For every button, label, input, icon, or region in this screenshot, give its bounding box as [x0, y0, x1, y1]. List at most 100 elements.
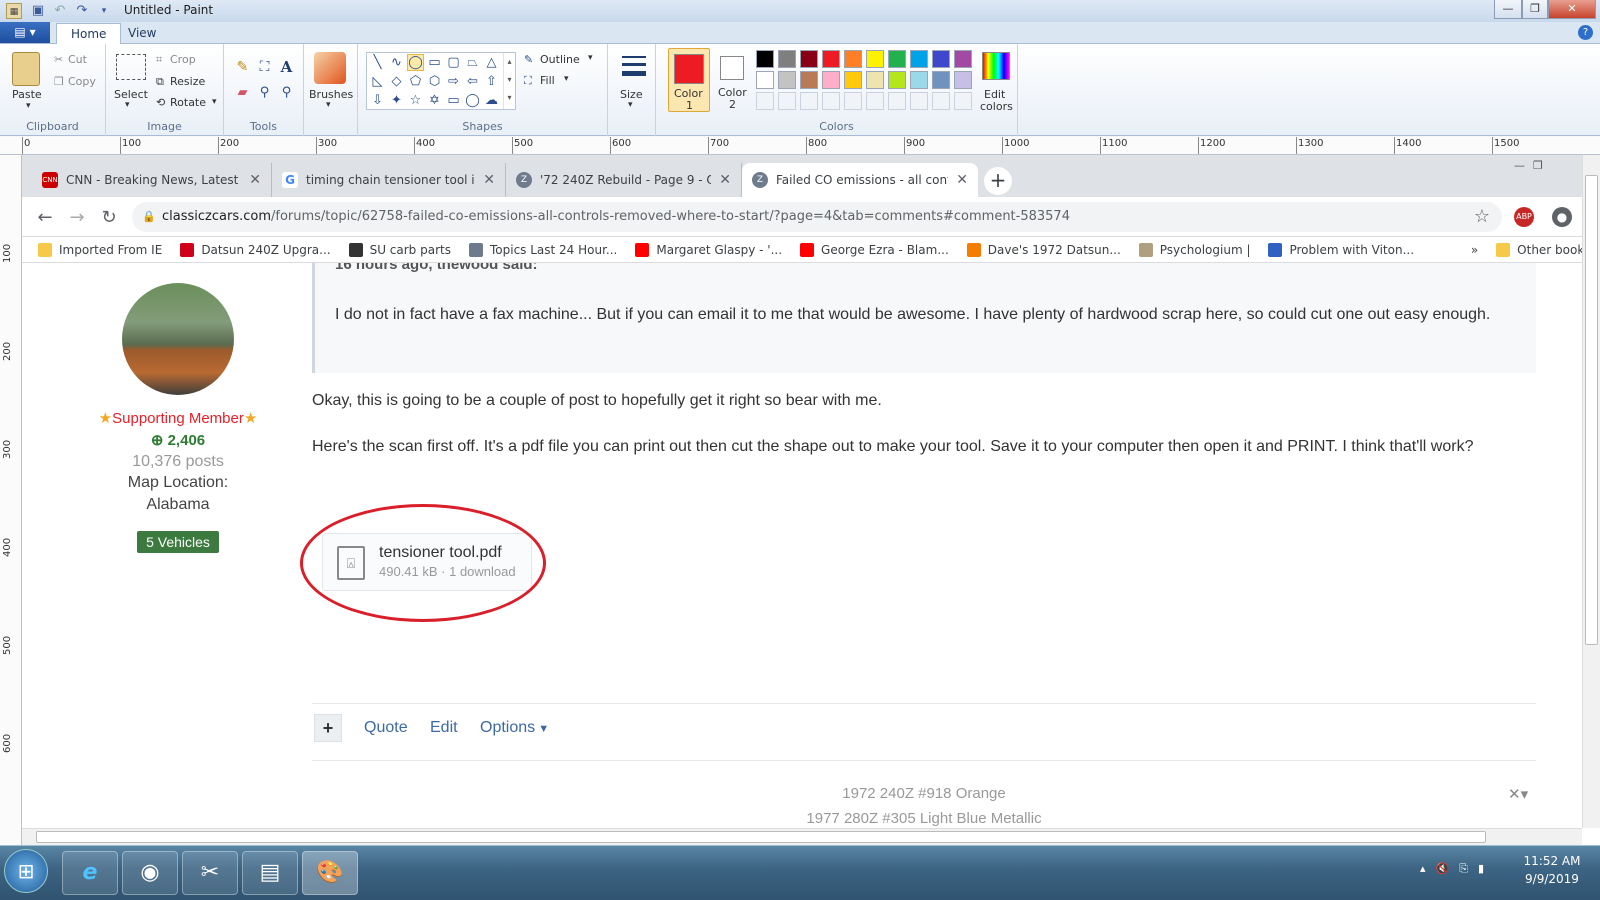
bookmark-item[interactable]: Problem with Viton... — [1268, 242, 1414, 257]
outline-button[interactable]: Outline — [540, 53, 580, 66]
paint-taskbar-icon[interactable]: 🎨 — [302, 851, 358, 895]
hexagon-shape-icon[interactable]: ⬡ — [426, 73, 443, 90]
user-avatar[interactable] — [122, 283, 234, 395]
color-picker-icon[interactable]: ⚲ — [256, 84, 273, 101]
start-button-icon[interactable]: ⊞ — [4, 849, 48, 893]
line-shape-icon[interactable]: ╲ — [369, 54, 386, 71]
snipping-tool-icon[interactable]: ✂ — [182, 851, 238, 895]
brushes-icon[interactable] — [314, 52, 346, 84]
fill-dropdown-icon[interactable]: ▾ — [564, 74, 569, 84]
maximize-button[interactable]: ❐ — [1522, 0, 1548, 19]
file-menu-button[interactable]: ▤ ▾ — [0, 22, 50, 43]
reload-icon[interactable]: ↻ — [96, 205, 122, 231]
tray-icons[interactable]: ▴🔇⎘▮ — [1420, 862, 1494, 876]
clock-time[interactable]: 11:52 AM — [1522, 854, 1582, 868]
crop-button[interactable]: Crop — [170, 53, 196, 66]
left-arrow-shape-icon[interactable]: ⇦ — [464, 73, 481, 90]
forward-arrow-icon[interactable]: → — [64, 205, 90, 231]
close-button[interactable]: ✕ — [1548, 0, 1596, 19]
bookmark-item[interactable]: Datsun 240Z Upgra... — [180, 242, 331, 257]
text-tool-icon[interactable]: A — [278, 58, 295, 75]
multiquote-plus-button[interactable]: + — [314, 714, 342, 742]
new-tab-button[interactable]: + — [984, 167, 1012, 195]
paste-icon[interactable] — [12, 52, 40, 86]
address-bar[interactable]: 🔒 classiczcars.com/forums/topic/62758-fa… — [132, 202, 1502, 232]
bookmark-item[interactable]: Imported From IE — [38, 242, 162, 257]
down-arrow-shape-icon[interactable]: ⇩ — [369, 92, 386, 109]
paint-horizontal-scrollbar[interactable] — [22, 828, 1582, 845]
bookmark-item[interactable]: Margaret Glaspy - '... — [635, 242, 782, 257]
quick-access-dropdown-icon[interactable]: ▾ — [96, 3, 112, 19]
brushes-dropdown-icon[interactable]: ▾ — [326, 100, 331, 110]
magnifier-icon[interactable]: ⚲ — [278, 84, 295, 101]
bookmark-item[interactable]: Dave's 1972 Datsun... — [966, 242, 1121, 257]
callout-oval-shape-icon[interactable]: ◯ — [464, 92, 481, 109]
chrome-tab-cnn[interactable]: CNN CNN - Breaking News, Latest Ne ✕ — [32, 163, 272, 197]
triangle-shape-icon[interactable]: △ — [483, 54, 500, 71]
profile-avatar-icon[interactable]: ● — [1552, 207, 1572, 227]
chrome-tab-google[interactable]: G timing chain tensioner tool insta ✕ — [272, 163, 506, 197]
vehicles-badge[interactable]: 5 Vehicles — [137, 531, 219, 553]
shapes-scroll-icon[interactable]: ▴ ▾ ▾ — [503, 53, 515, 109]
bookmark-item[interactable]: Psychologium | — [1138, 242, 1250, 257]
pentagon-shape-icon[interactable]: ⬠ — [407, 73, 424, 90]
edit-link[interactable]: Edit — [430, 719, 458, 737]
chrome-tab-rebuild[interactable]: Z '72 240Z Rebuild - Page 9 - Oper ✕ — [506, 163, 742, 197]
callout-cloud-shape-icon[interactable]: ☁ — [483, 92, 500, 109]
curve-shape-icon[interactable]: ∿ — [388, 54, 405, 71]
chrome-icon[interactable]: ◉ — [122, 851, 178, 895]
redo-icon[interactable]: ↷ — [74, 3, 90, 19]
tab-close-icon[interactable]: ✕ — [956, 172, 968, 188]
vertical-scroll-thumb[interactable] — [1585, 175, 1598, 645]
rectangle-shape-icon[interactable]: ▭ — [426, 54, 443, 71]
tab-close-icon[interactable]: ✕ — [719, 172, 731, 188]
help-icon[interactable]: ? — [1578, 25, 1593, 40]
bookmark-item[interactable]: SU carb parts — [348, 242, 451, 257]
up-arrow-shape-icon[interactable]: ⇧ — [483, 73, 500, 90]
copy-button[interactable]: Copy — [68, 75, 96, 88]
paste-button[interactable]: Paste — [12, 88, 42, 101]
callout-rect-shape-icon[interactable]: ▭ — [445, 92, 462, 109]
adblock-extension-icon[interactable]: ABP — [1514, 207, 1534, 227]
tab-view[interactable]: View — [114, 23, 170, 44]
internet-explorer-icon[interactable]: e — [62, 851, 118, 895]
shapes-gallery[interactable]: ╲ ∿ ◯ ▭ ▢ ⏢ △ ◺ ◇ ⬠ ⬡ ⇨ ⇦ ⇧ ⇩ ✦ ☆ ✡ ▭ ◯ … — [366, 52, 516, 110]
five-point-star-shape-icon[interactable]: ☆ — [407, 92, 424, 109]
fill-button[interactable]: Fill — [540, 74, 555, 87]
tab-close-icon[interactable]: ✕ — [249, 172, 261, 188]
right-triangle-shape-icon[interactable]: ◺ — [369, 73, 386, 90]
size-icon[interactable] — [622, 56, 646, 58]
resize-button[interactable]: Resize — [170, 75, 205, 88]
right-arrow-shape-icon[interactable]: ⇨ — [445, 73, 462, 90]
six-point-star-shape-icon[interactable]: ✡ — [426, 92, 443, 109]
bookmark-item[interactable]: Topics Last 24 Hour... — [468, 242, 617, 257]
select-button[interactable]: Select — [114, 88, 148, 101]
rotate-dropdown-icon[interactable]: ▾ — [212, 97, 217, 107]
minimize-button[interactable]: — — [1494, 0, 1522, 19]
select-icon[interactable] — [116, 54, 146, 80]
paste-dropdown-icon[interactable]: ▾ — [26, 101, 31, 111]
bookmark-item[interactable]: George Ezra - Blam... — [800, 242, 949, 257]
undo-icon[interactable]: ↶ — [52, 3, 68, 19]
select-dropdown-icon[interactable]: ▾ — [125, 100, 130, 110]
save-icon[interactable]: ▣ — [30, 3, 46, 19]
chrome-window-controls-icon[interactable]: —❐ — [1514, 159, 1576, 173]
clock-date[interactable]: 9/9/2019 — [1522, 872, 1582, 886]
outline-dropdown-icon[interactable]: ▾ — [588, 53, 593, 63]
size-dropdown-icon[interactable]: ▾ — [628, 100, 633, 110]
back-arrow-icon[interactable]: ← — [32, 205, 58, 231]
bookmarks-overflow-button[interactable]: » — [1471, 243, 1478, 257]
oval-shape-icon[interactable]: ◯ — [407, 54, 424, 71]
signature-close-icon[interactable]: ✕▾ — [1508, 785, 1528, 803]
rounded-rectangle-shape-icon[interactable]: ▢ — [445, 54, 462, 71]
diamond-shape-icon[interactable]: ◇ — [388, 73, 405, 90]
options-link[interactable]: Options ▼ — [480, 719, 549, 737]
rotate-button[interactable]: Rotate — [170, 96, 206, 109]
bookmark-star-icon[interactable]: ☆ — [1474, 202, 1490, 232]
file-explorer-icon[interactable]: ▤ — [242, 851, 298, 895]
quote-link[interactable]: Quote — [364, 719, 408, 737]
fill-bucket-icon[interactable]: ⛶ — [256, 58, 273, 75]
polygon-shape-icon[interactable]: ⏢ — [464, 54, 481, 71]
eraser-icon[interactable]: ▰ — [234, 84, 251, 101]
horizontal-scroll-thumb[interactable] — [36, 831, 1486, 843]
